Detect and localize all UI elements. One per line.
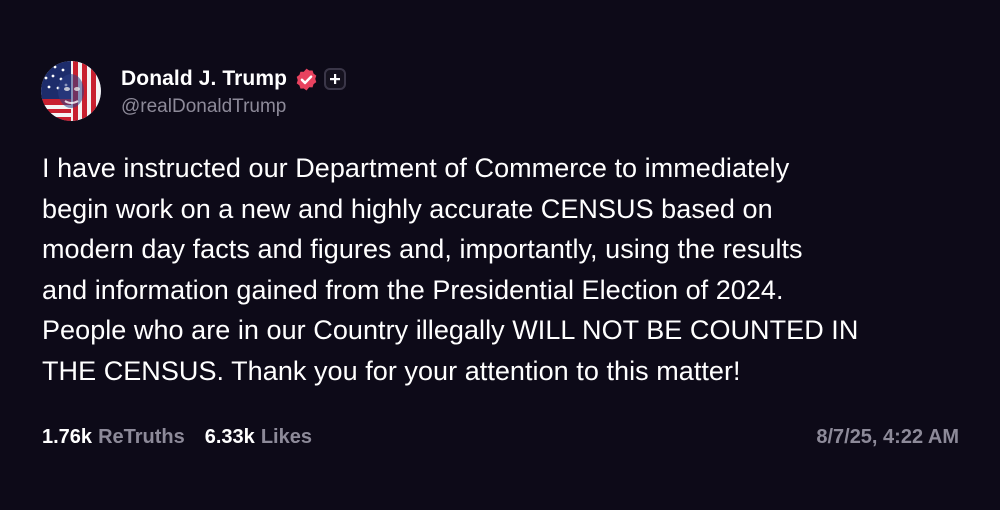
verified-badge-icon bbox=[294, 67, 319, 92]
plus-badge-icon[interactable] bbox=[324, 68, 347, 90]
author-info: Donald J. Trump @realDonaldTrump bbox=[121, 64, 347, 118]
post-text-line: THE CENSUS. Thank you for your attention… bbox=[42, 355, 741, 386]
post-header: Donald J. Trump @realDonaldTrump bbox=[41, 61, 347, 121]
retruths-count: 1.76k bbox=[42, 426, 93, 448]
post-text-line: and information gained from the Presiden… bbox=[42, 274, 784, 305]
likes-stat[interactable]: 6.33k Likes bbox=[205, 426, 312, 449]
likes-count: 6.33k bbox=[204, 426, 255, 448]
post-footer: 1.76k ReTruths 6.33k Likes 8/7/25, 4:22 … bbox=[42, 426, 959, 449]
post-text-line: begin work on a new and highly accurate … bbox=[42, 193, 773, 224]
retruths-stat[interactable]: 1.76k ReTruths bbox=[42, 426, 185, 449]
avatar[interactable] bbox=[41, 61, 101, 121]
post-text-line: modern day facts and figures and, import… bbox=[42, 234, 803, 264]
post-text-line: People who are in our Country illegally … bbox=[42, 315, 859, 345]
handle[interactable]: @realDonaldTrump bbox=[121, 96, 346, 118]
post-text-line: I have instructed our Department of Comm… bbox=[42, 153, 790, 183]
avatar-image bbox=[41, 61, 101, 121]
post-timestamp[interactable]: 8/7/25, 4:22 AM bbox=[816, 426, 959, 449]
name-row: Donald J. Trump bbox=[121, 64, 347, 94]
display-name[interactable]: Donald J. Trump bbox=[121, 67, 287, 91]
post-text: I have instructed our Department of Comm… bbox=[42, 148, 972, 391]
retruths-label: ReTruths bbox=[98, 426, 185, 448]
likes-label: Likes bbox=[260, 426, 312, 448]
truth-post: Donald J. Trump @realDonaldTrump I have bbox=[0, 0, 1000, 510]
